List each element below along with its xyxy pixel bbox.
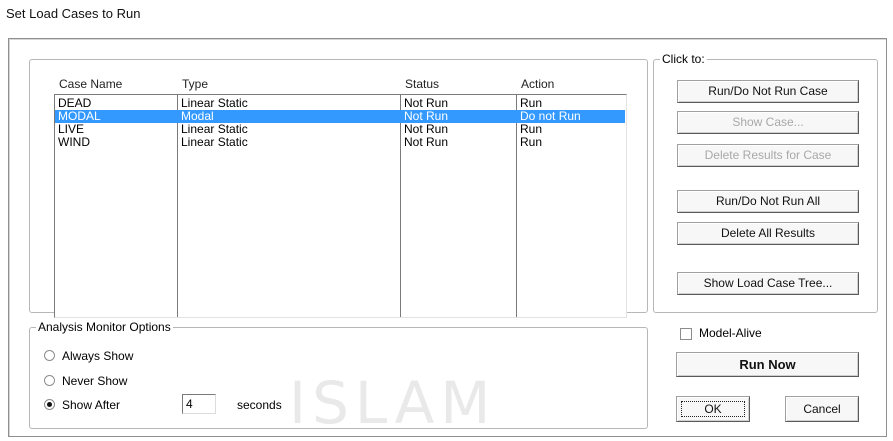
delete-all-results-button[interactable]: Delete All Results: [677, 222, 859, 245]
delete-results-for-case-button[interactable]: Delete Results for Case: [677, 144, 859, 167]
show-after-option[interactable]: Show After 4 seconds: [44, 394, 324, 414]
show-load-case-tree-button[interactable]: Show Load Case Tree...: [677, 272, 859, 295]
seconds-input[interactable]: 4: [182, 394, 216, 414]
analysis-monitor-label: Analysis Monitor Options: [36, 320, 173, 334]
ok-button[interactable]: OK: [676, 396, 750, 422]
window-title: Set Load Cases to Run: [6, 6, 141, 21]
click-to-label: Click to:: [660, 52, 707, 66]
radio-icon[interactable]: [44, 350, 55, 361]
radio-checked-icon[interactable]: [44, 399, 55, 410]
seconds-label: seconds: [237, 398, 282, 412]
click-to-group: Click to: Run/Do Not Run Case Show Case.…: [653, 52, 878, 313]
never-show-label: Never Show: [62, 374, 128, 388]
run-do-not-run-all-button[interactable]: Run/Do Not Run All: [677, 190, 859, 213]
show-case-button[interactable]: Show Case...: [677, 111, 859, 134]
cell-status: Not Run: [404, 135, 449, 149]
always-show-label: Always Show: [62, 349, 134, 363]
cancel-button[interactable]: Cancel: [785, 396, 859, 422]
show-after-label: Show After: [62, 398, 121, 412]
set-load-cases-dialog: ISLAM Case Name Type Status Action DEAD …: [8, 38, 887, 437]
column-header-action: Action: [521, 77, 555, 91]
radio-icon[interactable]: [44, 375, 55, 386]
column-header-status: Status: [405, 77, 440, 91]
run-do-not-run-case-button[interactable]: Run/Do Not Run Case: [677, 80, 859, 103]
column-header-case-name: Case Name: [59, 77, 123, 91]
column-header-type: Type: [182, 77, 209, 91]
cell-type: Linear Static: [181, 135, 248, 149]
table-row[interactable]: WIND Linear Static Not Run Run: [55, 136, 625, 149]
model-alive-checkbox[interactable]: [680, 328, 692, 340]
analysis-monitor-options-group: Analysis Monitor Options Always Show Nev…: [29, 320, 648, 429]
load-cases-group: Case Name Type Status Action DEAD Linear…: [29, 59, 648, 318]
cell-action: Run: [520, 135, 543, 149]
focus-rectangle: [681, 401, 745, 417]
load-cases-list[interactable]: DEAD Linear Static Not Run Run MODAL Mod…: [54, 94, 627, 318]
cell-case-name: WIND: [58, 135, 90, 149]
model-alive-label: Model-Alive: [699, 326, 762, 340]
run-now-button[interactable]: Run Now: [676, 352, 859, 377]
